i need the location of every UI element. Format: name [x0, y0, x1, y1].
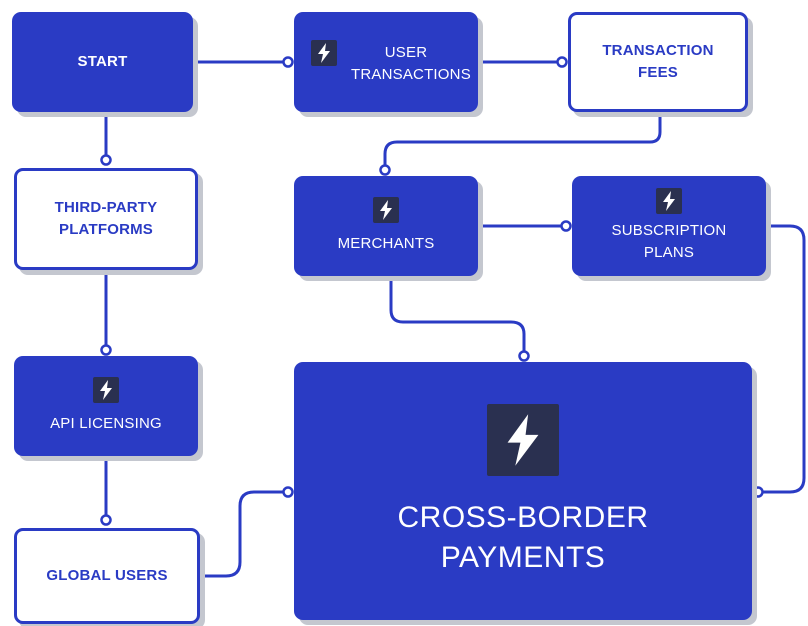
lightning-icon: [373, 197, 399, 223]
node-global-users: GLOBAL USERS: [14, 528, 200, 624]
node-third-party-platforms-label: THIRD-PARTY PLATFORMS: [54, 199, 158, 238]
lightning-icon: [656, 188, 682, 214]
connector-dot: [100, 154, 112, 166]
connector-dot: [100, 514, 112, 526]
lightning-icon: [93, 377, 119, 403]
node-transaction-fees: TRANSACTION FEES: [568, 12, 748, 112]
node-third-party-platforms: THIRD-PARTY PLATFORMS: [14, 168, 198, 270]
node-merchants: MERCHANTS: [294, 176, 478, 276]
connector-dot: [100, 344, 112, 356]
connector-dot: [752, 486, 764, 498]
node-api-licensing: API LICENSING: [14, 356, 198, 456]
node-subscription-plans: SUBSCRIPTION PLANS: [572, 176, 766, 276]
node-api-licensing-label: API LICENSING: [50, 415, 162, 432]
node-user-transactions-label: USER TRANSACTIONS: [351, 44, 471, 83]
node-user-transactions: USER TRANSACTIONS: [294, 12, 478, 112]
node-subscription-plans-label: SUBSCRIPTION PLANS: [611, 222, 727, 261]
node-merchants-label: MERCHANTS: [337, 235, 435, 252]
connector-dot: [379, 164, 391, 176]
connector-dot: [282, 56, 294, 68]
connector-dot: [282, 486, 294, 498]
connector-dot: [556, 56, 568, 68]
lightning-icon: [311, 40, 337, 66]
node-global-users-label: GLOBAL USERS: [46, 567, 168, 584]
node-cross-border-payments: CROSS-BORDER PAYMENTS: [294, 362, 752, 620]
node-start-label: START: [77, 53, 128, 70]
lightning-icon: [487, 404, 559, 476]
connector-dot: [518, 350, 530, 362]
node-transaction-fees-label: TRANSACTION FEES: [602, 42, 714, 81]
connector-dot: [560, 220, 572, 232]
node-start: START: [12, 12, 193, 112]
node-cross-border-payments-label: CROSS-BORDER PAYMENTS: [397, 501, 649, 574]
connector-transaction-fees-merchants: [383, 110, 662, 172]
connector-global-users-cross-border: [198, 490, 290, 578]
connector-merchants-cross-border: [389, 274, 526, 358]
